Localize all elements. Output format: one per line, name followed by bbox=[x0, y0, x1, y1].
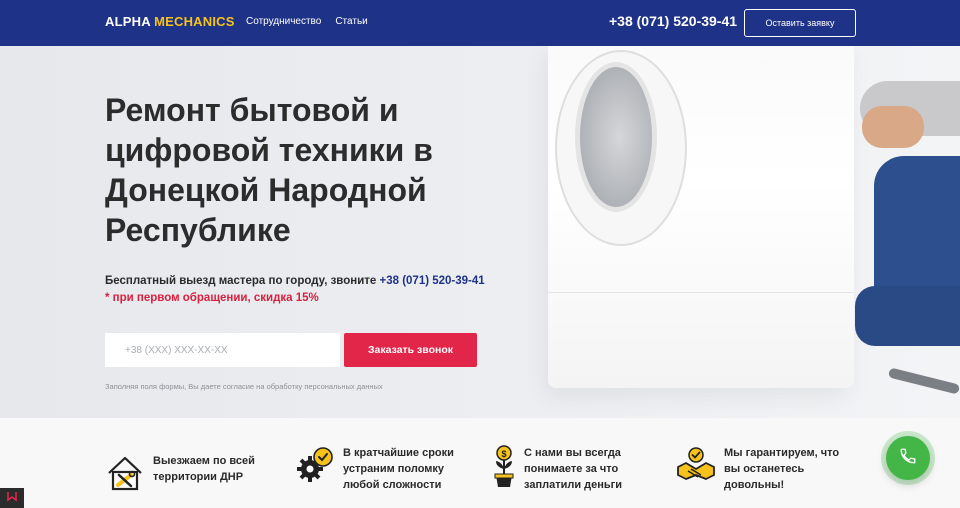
order-call-button[interactable]: Заказать звонок bbox=[344, 333, 477, 367]
feature-item: Выезжаем по всей территории ДНР bbox=[105, 453, 263, 493]
money-plant-icon: $ bbox=[492, 445, 516, 487]
logo[interactable]: ALPHA MECHANICS bbox=[105, 14, 235, 29]
feature-text: В кратчайшие сроки устраним поломку любо… bbox=[343, 447, 454, 491]
logo-accent-text: MECHANICS bbox=[154, 14, 235, 29]
nav-link-articles[interactable]: Статьи bbox=[335, 16, 367, 27]
consent-text: Заполняя поля формы, Вы даете согласие н… bbox=[105, 382, 305, 391]
widget-logo-icon bbox=[6, 489, 18, 507]
hero-subtitle: Бесплатный выезд мастера по городу, звон… bbox=[105, 275, 485, 287]
personal-data-link[interactable]: персональных данных bbox=[304, 382, 382, 391]
feature-text: Мы гарантируем, что вы останетесь доволь… bbox=[724, 447, 840, 491]
corner-widget-badge[interactable] bbox=[0, 488, 24, 508]
svg-text:$: $ bbox=[501, 449, 506, 459]
feature-text: С нами вы всегда понимаете за что заплат… bbox=[524, 447, 622, 491]
feature-item: Мы гарантируем, что вы останетесь доволь… bbox=[676, 445, 849, 493]
hero-section: Ремонт бытовой и цифровой техники в Доне… bbox=[0, 46, 960, 418]
logo-main-text: ALPHA bbox=[105, 14, 151, 29]
discount-note: * при первом обращении, скидка 15% bbox=[105, 292, 319, 304]
washing-machine-drum bbox=[575, 62, 657, 212]
hero-subtitle-text: Бесплатный выезд мастера по городу, звон… bbox=[105, 275, 380, 287]
main-nav: Сотрудничество Статьи bbox=[246, 16, 368, 27]
phone-icon bbox=[899, 447, 917, 470]
house-tools-icon bbox=[105, 453, 145, 493]
feature-item: В кратчайшие сроки устраним поломку любо… bbox=[295, 445, 473, 493]
header-phone[interactable]: +38 (071) 520-39-41 bbox=[609, 13, 737, 29]
consent-note: Заполняя поля формы, Вы даете согласие н… bbox=[105, 382, 383, 391]
feature-item: $ С нами вы всегда понимаете за что запл… bbox=[492, 445, 644, 493]
site-header: ALPHA MECHANICS Сотрудничество Статьи +3… bbox=[0, 0, 960, 46]
feature-text: Выезжаем по всей территории ДНР bbox=[153, 455, 255, 483]
technician-leg bbox=[855, 286, 960, 346]
leave-request-button[interactable]: Оставить заявку bbox=[744, 9, 856, 37]
hero-title: Ремонт бытовой и цифровой техники в Доне… bbox=[105, 92, 433, 248]
handshake-check-icon bbox=[676, 445, 716, 485]
technician-hand bbox=[862, 106, 924, 148]
gear-check-icon bbox=[295, 445, 335, 485]
wrench-tool bbox=[887, 367, 960, 395]
phone-input[interactable] bbox=[105, 333, 340, 367]
features-strip: Выезжаем по всей территории ДНР В кратча… bbox=[0, 418, 960, 508]
hero-subtitle-phone[interactable]: +38 (071) 520-39-41 bbox=[380, 275, 485, 287]
nav-link-cooperation[interactable]: Сотрудничество bbox=[246, 16, 321, 27]
floating-call-button[interactable] bbox=[886, 436, 930, 480]
machine-panel-line bbox=[548, 292, 854, 293]
